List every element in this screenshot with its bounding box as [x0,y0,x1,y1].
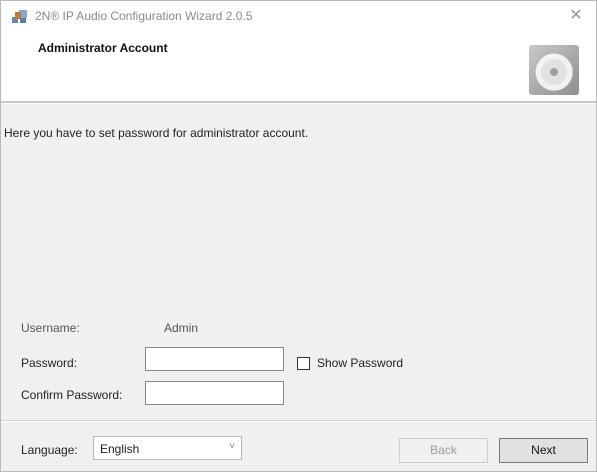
password-field[interactable] [145,347,284,371]
window-title: 2N® IP Audio Configuration Wizard 2.0.5 [35,9,253,23]
username-label: Username: [21,321,80,335]
footer-divider [1,420,596,422]
instruction-text: Here you have to set password for admini… [4,126,309,140]
language-select[interactable]: English ˅ [93,436,242,460]
app-icon [12,10,27,23]
show-password-label[interactable]: Show Password [317,356,403,370]
wizard-window: 2N® IP Audio Configuration Wizard 2.0.5 … [0,0,597,472]
confirm-password-label: Confirm Password: [21,388,123,402]
language-value: English [100,442,140,456]
close-button[interactable]: ✕ [556,1,596,31]
page-title: Administrator Account [38,41,168,55]
chevron-down-icon: ˅ [229,441,235,452]
title-bar: 2N® IP Audio Configuration Wizard 2.0.5 … [1,1,596,31]
username-value: Admin [164,321,199,335]
header-divider [1,101,596,104]
cd-icon [529,45,579,95]
language-label: Language: [21,443,78,457]
show-password-checkbox[interactable] [297,357,310,370]
password-label: Password: [21,356,78,370]
back-button[interactable]: Back [399,438,488,463]
next-button[interactable]: Next [499,438,588,463]
confirm-password-field[interactable] [145,381,284,405]
close-icon: ✕ [569,7,583,24]
